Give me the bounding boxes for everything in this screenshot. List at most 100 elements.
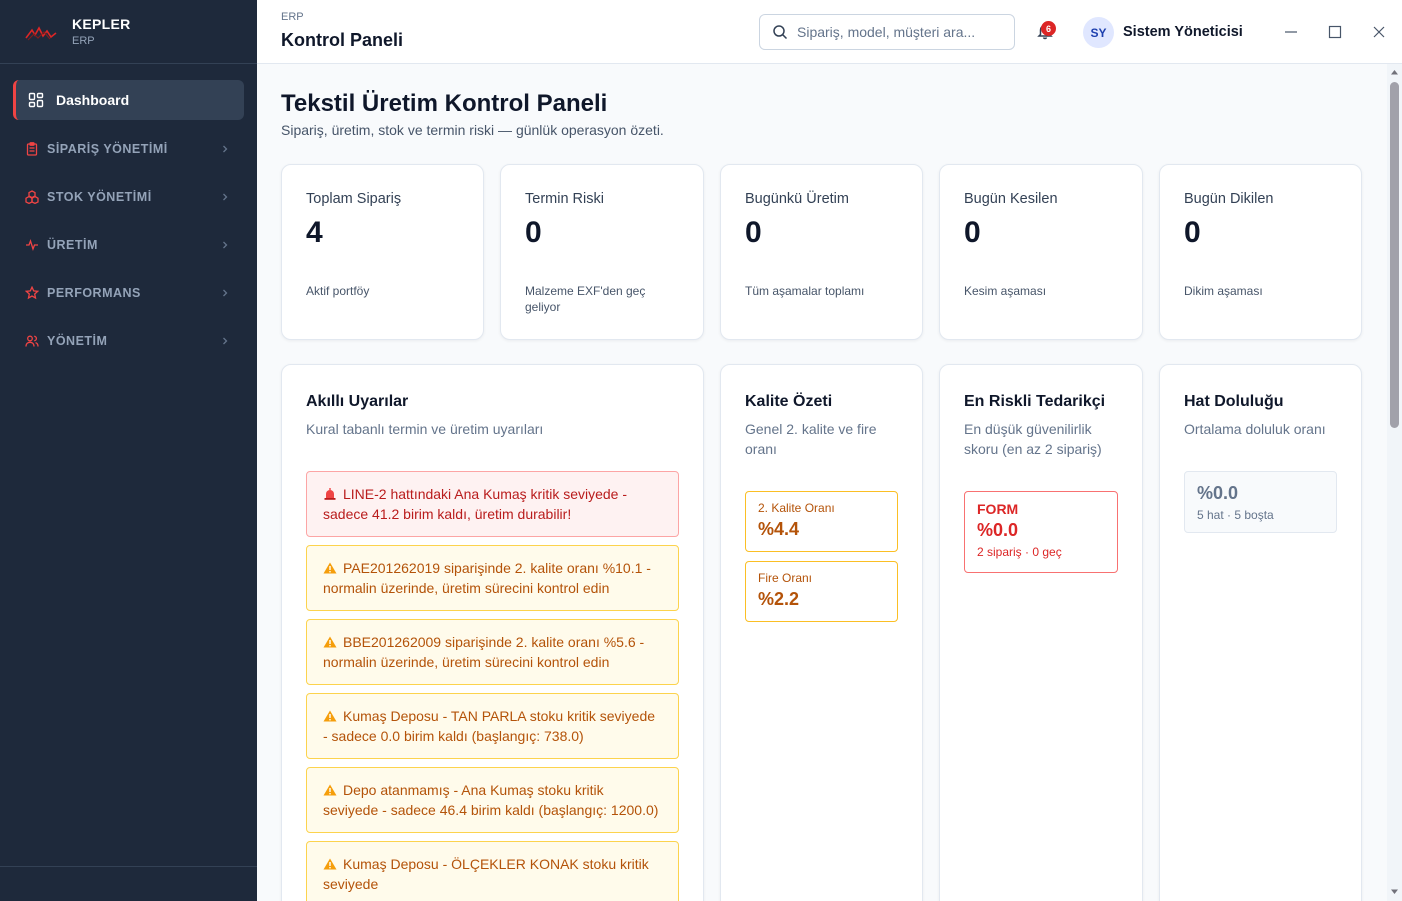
activity-icon	[26, 238, 38, 252]
scroll-down-icon[interactable]	[1390, 888, 1399, 896]
sidebar-item-label: YÖNETİM	[47, 334, 108, 348]
line-card-title: Hat Doluluğu	[1184, 393, 1284, 410]
alert-text: Depo atanmamış - Ana Kumaş stoku kritik …	[323, 782, 659, 818]
sidebar-item-dashboard[interactable]: Dashboard	[13, 80, 244, 120]
quality-card: Kalite Özeti Genel 2. kalite ve fire ora…	[720, 364, 923, 901]
dashboard-grid-icon	[28, 92, 44, 108]
kpi-value: 0	[964, 216, 981, 249]
kpi-card-bugun-dikilen[interactable]: Bugün Dikilen 0 Dikim aşaması	[1159, 164, 1362, 340]
kpi-card-bugunku-uretim[interactable]: Bugünkü Üretim 0 Tüm aşamalar toplamı	[720, 164, 923, 340]
chevron-right-icon	[223, 145, 228, 153]
kpi-label: Bugünkü Üretim	[745, 191, 849, 207]
sidebar-item-performans[interactable]: PERFORMANS	[13, 274, 244, 312]
warning-icon	[323, 562, 337, 574]
sidebar-item-label: Dashboard	[56, 92, 130, 108]
alert-item-critical[interactable]: LINE-2 hattındaki Ana Kumaş kritik seviy…	[306, 471, 679, 537]
supplier-score: %0.0	[977, 520, 1019, 540]
kpi-card-bugun-kesilen[interactable]: Bugün Kesilen 0 Kesim aşaması	[939, 164, 1143, 340]
supplier-card-title: En Riskli Tedarikçi	[964, 393, 1106, 410]
scrollbar-thumb[interactable]	[1390, 82, 1399, 428]
warning-icon	[323, 636, 337, 648]
alerts-card-title: Akıllı Uyarılar	[306, 393, 409, 410]
sidebar-nav: Dashboard SİPARİŞ YÖNETİMİ STOK YÖNETİMİ…	[0, 64, 257, 360]
boxes-icon	[25, 190, 39, 204]
kpi-value: 0	[745, 216, 762, 249]
search-box[interactable]	[759, 14, 1015, 50]
minimize-icon[interactable]	[1283, 24, 1299, 40]
page-subtitle: Sipariş, üretim, stok ve termin riski — …	[281, 122, 664, 138]
waste-rate-label: Fire Oranı	[758, 571, 813, 585]
main-content: Tekstil Üretim Kontrol Paneli Sipariş, ü…	[257, 64, 1387, 901]
sidebar-item-siparis[interactable]: SİPARİŞ YÖNETİMİ	[13, 130, 244, 168]
line-occupancy-card: Hat Doluluğu Ortalama doluluk oranı %0.0…	[1159, 364, 1362, 901]
quality-card-subtitle: Genel 2. kalite ve fire oranı	[745, 421, 877, 457]
alert-text: Kumaş Deposu - TAN PARLA stoku kritik se…	[323, 708, 656, 744]
quality-card-title: Kalite Özeti	[745, 393, 833, 410]
kpi-card-termin-riski[interactable]: Termin Riski 0 Malzeme EXF'den geç geliy…	[500, 164, 704, 340]
sidebar-item-stok[interactable]: STOK YÖNETİMİ	[13, 178, 244, 216]
alert-text: Kumaş Deposu - ÖLÇEKLER KONAK stoku krit…	[323, 856, 649, 892]
user-name[interactable]: Sistem Yöneticisi	[1123, 24, 1243, 40]
alert-text: BBE201262009 siparişinde 2. kalite oranı…	[323, 634, 645, 670]
kpi-value: 4	[306, 216, 323, 249]
sidebar-item-label: STOK YÖNETİMİ	[47, 190, 152, 204]
alert-text: PAE201262019 siparişinde 2. kalite oranı…	[323, 560, 651, 596]
kpi-note: Tüm aşamalar toplamı	[745, 284, 865, 298]
supplier-name: FORM	[977, 501, 1019, 517]
sidebar-item-label: SİPARİŞ YÖNETİMİ	[47, 142, 168, 156]
sidebar-item-yonetim[interactable]: YÖNETİM	[13, 322, 244, 360]
header-title: Kontrol Paneli	[281, 30, 404, 50]
top-header: ERP Kontrol Paneli 6 SY Sistem Yöneticis…	[257, 0, 1402, 64]
kpi-note: Dikim aşaması	[1184, 284, 1263, 298]
clipboard-icon	[26, 142, 38, 156]
chevron-right-icon	[223, 337, 228, 345]
alert-item-warning[interactable]: Kumaş Deposu - TAN PARLA stoku kritik se…	[306, 693, 679, 759]
chevron-right-icon	[223, 289, 228, 297]
supplier-card-subtitle: En düşük güvenilirlik skoru (en az 2 sip…	[964, 421, 1102, 457]
alert-item-warning[interactable]: PAE201262019 siparişinde 2. kalite oranı…	[306, 545, 679, 611]
chevron-right-icon	[223, 241, 228, 249]
page-title: Tekstil Üretim Kontrol Paneli	[281, 90, 608, 117]
notification-badge: 6	[1041, 21, 1056, 36]
brand-sub: ERP	[72, 35, 95, 47]
occupancy-box: %0.0 5 hat · 5 boşta	[1184, 471, 1337, 533]
occupancy-value: %0.0	[1197, 483, 1239, 503]
sidebar-item-uretim[interactable]: ÜRETİM	[13, 226, 244, 264]
vertical-scrollbar[interactable]	[1387, 64, 1402, 901]
kpi-note: Malzeme EXF'den geç geliyor	[525, 284, 646, 314]
kpi-note: Kesim aşaması	[964, 284, 1047, 298]
close-icon[interactable]	[1371, 24, 1387, 40]
supplier-box[interactable]: FORM %0.0 2 sipariş · 0 geç	[964, 491, 1118, 573]
breadcrumb[interactable]: ERP	[281, 11, 304, 23]
sidebar-item-label: ÜRETİM	[47, 238, 98, 252]
second-quality-box: 2. Kalite Oranı %4.4	[745, 491, 898, 552]
sidebar-item-label: PERFORMANS	[47, 286, 141, 300]
alert-item-warning[interactable]: BBE201262009 siparişinde 2. kalite oranı…	[306, 619, 679, 685]
brand-name: KEPLER	[72, 16, 131, 32]
alert-list: LINE-2 hattındaki Ana Kumaş kritik seviy…	[306, 471, 679, 901]
alert-item-warning[interactable]: Depo atanmamış - Ana Kumaş stoku kritik …	[306, 767, 679, 833]
sidebar-footer-divider	[0, 866, 257, 867]
search-input[interactable]	[797, 24, 997, 40]
kpi-label: Termin Riski	[525, 191, 604, 207]
kepler-logo-icon	[25, 25, 57, 40]
risky-supplier-card: En Riskli Tedarikçi En düşük güvenilirli…	[939, 364, 1143, 901]
supplier-note: 2 sipariş · 0 geç	[977, 545, 1062, 559]
search-icon	[773, 25, 788, 40]
kpi-value: 0	[1184, 216, 1201, 249]
sidebar: KEPLER ERP Dashboard SİPARİŞ YÖNETİMİ ST…	[0, 0, 257, 901]
alert-item-warning[interactable]: Kumaş Deposu - ÖLÇEKLER KONAK stoku krit…	[306, 841, 679, 901]
line-card-subtitle: Ortalama doluluk oranı	[1184, 421, 1326, 437]
kpi-value: 0	[525, 216, 542, 249]
siren-icon	[324, 488, 336, 500]
alert-text: LINE-2 hattındaki Ana Kumaş kritik seviy…	[323, 486, 628, 522]
scroll-up-icon[interactable]	[1390, 68, 1399, 76]
avatar[interactable]: SY	[1083, 17, 1114, 48]
warning-icon	[323, 710, 337, 722]
kpi-card-toplam-siparis[interactable]: Toplam Sipariş 4 Aktif portföy	[281, 164, 484, 340]
maximize-icon[interactable]	[1327, 24, 1343, 40]
brand[interactable]: KEPLER ERP	[0, 0, 257, 64]
star-icon	[25, 286, 39, 300]
kpi-label: Bugün Dikilen	[1184, 191, 1274, 207]
kpi-note: Aktif portföy	[306, 284, 370, 298]
